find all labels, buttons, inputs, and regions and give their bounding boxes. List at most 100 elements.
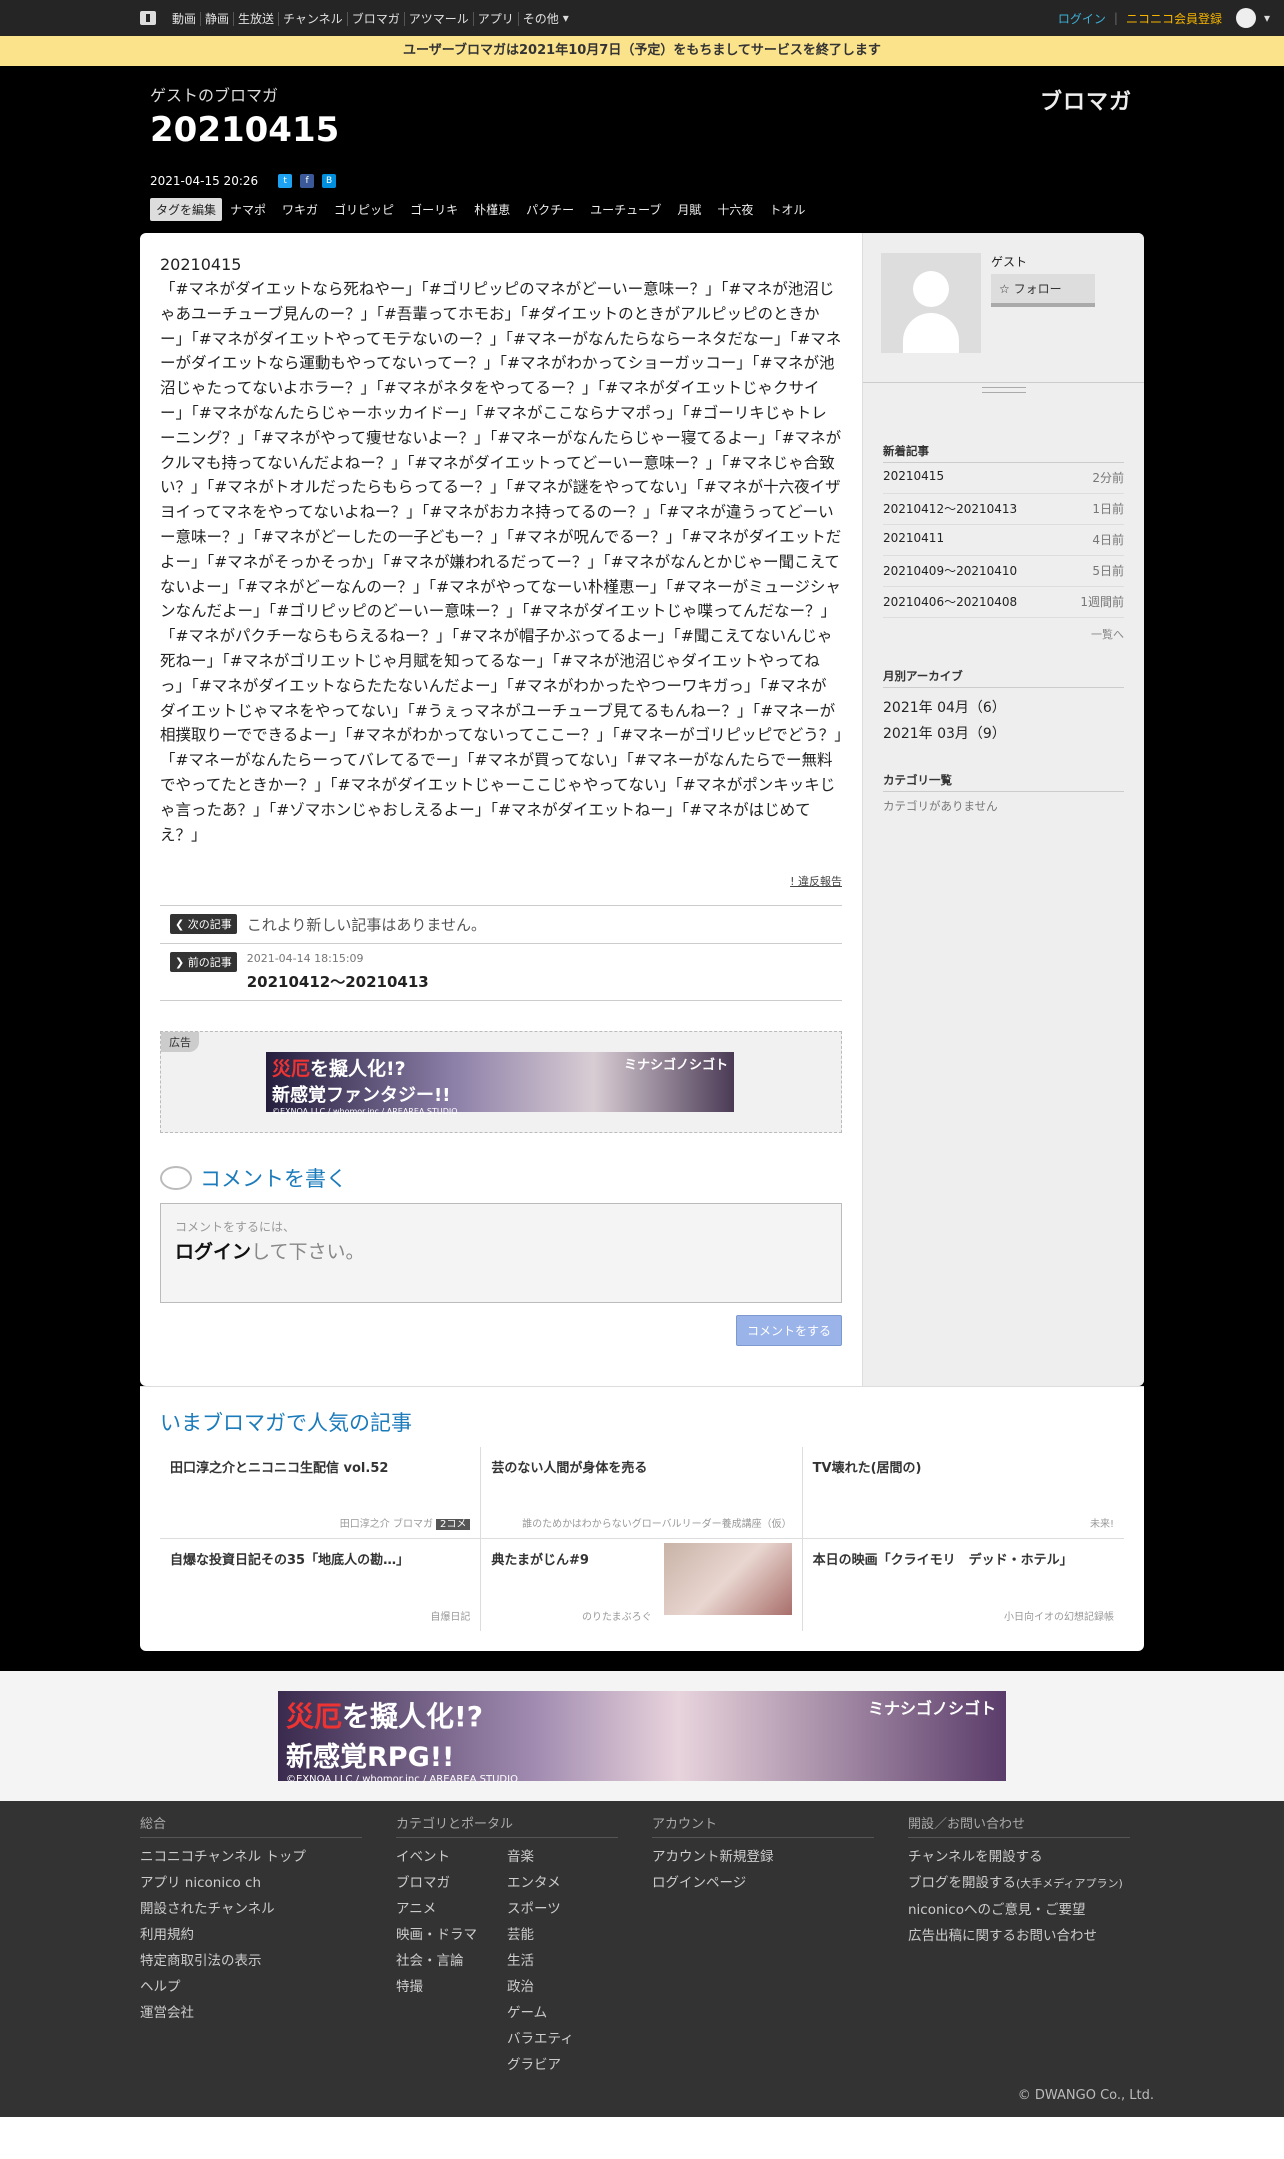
footer-link[interactable]: アカウント新規登録 — [652, 1844, 874, 1870]
list-item[interactable]: 20210411 4日前 — [883, 525, 1124, 556]
footer-link[interactable]: イベント — [396, 1844, 507, 1870]
nav-video[interactable]: 動画 — [168, 12, 200, 26]
follow-button[interactable]: ☆ フォロー — [991, 274, 1095, 307]
ad-label: 広告 — [161, 1032, 199, 1053]
footer-link[interactable]: niconicoへのご意見・ご要望 — [908, 1897, 1130, 1923]
profile-card: ゲスト ☆ フォロー — [863, 233, 1144, 383]
nav-seiga[interactable]: 静画 — [200, 11, 234, 26]
footer-link[interactable]: 生活 — [507, 1948, 618, 1974]
content-panel: 20210415 「#マネがダイエットなら死ねやー」「#ゴリピッピのマネがどーい… — [140, 233, 1144, 1387]
chevron-right-icon: ❯ — [175, 956, 188, 970]
blog-owner-name[interactable]: ゲストのブロマガ — [150, 82, 1134, 106]
speech-bubble-icon — [160, 1166, 192, 1191]
popular-heading: いまブロマガで人気の記事 — [160, 1411, 412, 1436]
user-avatar-icon[interactable] — [1235, 8, 1256, 28]
comment-login-link[interactable]: ログイン — [175, 1241, 251, 1263]
footer-link[interactable]: アニメ — [396, 1896, 507, 1922]
nav-live[interactable]: 生放送 — [233, 11, 279, 26]
footer-link[interactable]: 利用規約 — [140, 1922, 362, 1948]
popular-card[interactable]: TV壊れた(居間の) 未来! — [802, 1447, 1124, 1540]
tag-link[interactable]: ユーチューブ — [590, 201, 661, 218]
list-item[interactable]: 20210415 2分前 — [883, 463, 1124, 494]
facebook-share-icon[interactable]: f — [300, 174, 315, 188]
register-link[interactable]: ニコニコ会員登録 — [1126, 10, 1222, 27]
popular-card[interactable]: 自爆な投資日記その35「地底人の勘…」 自爆日記 — [160, 1539, 482, 1632]
footer-link[interactable]: 運営会社 — [140, 2000, 362, 2026]
footer-link[interactable]: チャンネルを開設する — [908, 1844, 1130, 1870]
prev-article-row[interactable]: ❯ 前の記事 2021-04-14 18:15:09 20210412～2021… — [160, 944, 842, 1002]
tag-link[interactable]: 月賦 — [677, 201, 701, 218]
niconico-logo-icon[interactable] — [140, 11, 156, 25]
twitter-share-icon[interactable]: t — [278, 174, 293, 188]
more-link[interactable]: 一覧へ — [883, 626, 1124, 642]
footer-link[interactable]: 映画・ドラマ — [396, 1922, 507, 1948]
footer-link[interactable]: 政治 — [507, 1974, 618, 2000]
footer-link[interactable]: 音楽 — [507, 1844, 618, 1870]
nav-more[interactable]: その他 — [517, 11, 563, 26]
footer-link[interactable]: 芸能 — [507, 1922, 618, 1948]
archive-heading: 月別アーカイブ — [883, 668, 1124, 688]
page-background: ゲストのブロマガ 20210415 ブロマガ 2021-04-15 20:26 … — [0, 66, 1284, 1672]
footer-link[interactable]: 特定商取引法の表示 — [140, 1948, 362, 1974]
prev-article-title[interactable]: 20210412～20210413 — [247, 971, 429, 992]
footer-link[interactable]: ブログを開設する(大手メディアプラン) — [908, 1870, 1130, 1897]
footer-link[interactable]: 広告出稿に関するお問い合わせ — [908, 1923, 1130, 1949]
footer-link[interactable]: ログインページ — [652, 1870, 874, 1896]
footer-link[interactable]: エンタメ — [507, 1870, 618, 1896]
ad-banner[interactable]: 災厄を擬人化!? 新感覚ファンタジー!! ミナシゴノシゴト ©EXNOA LLC… — [266, 1052, 734, 1116]
article-pager: ❮ 次の記事 これより新しい記事はありません。 ❯ 前の記事 2021-04-1… — [160, 905, 842, 1002]
footer-link[interactable]: 開設されたチャンネル — [140, 1896, 362, 1922]
list-item[interactable]: 20210412～20210413 1日前 — [883, 494, 1124, 525]
report-link[interactable]: ! 違反報告 — [160, 873, 842, 889]
footer-link[interactable]: ニコニコチャンネル トップ — [140, 1844, 362, 1870]
popular-card[interactable]: 典たまがじん#9 のりたまぶろぐ — [481, 1539, 803, 1632]
list-item[interactable]: 20210409～20210410 5日前 — [883, 556, 1124, 587]
tag-link[interactable]: ゴリピッピ — [334, 201, 394, 218]
article-date: 2021-04-15 20:26 — [150, 174, 259, 188]
footer-link[interactable]: 社会・言論 — [396, 1948, 507, 1974]
ad-line2: 新感覚ファンタジー!! — [272, 1085, 451, 1107]
blomaga-logo[interactable]: ブロマガ — [1040, 84, 1132, 116]
tag-link[interactable]: ゴーリキ — [410, 201, 458, 218]
footer-col-categories: カテゴリとポータル イベント ブロマガ アニメ 映画・ドラマ 社会・言論 特撮 … — [396, 1813, 618, 2078]
article-body: 「#マネがダイエットなら死ねやー」「#ゴリピッピのマネがどーいー意味ー？」「#マ… — [160, 280, 842, 844]
hatena-bookmark-icon[interactable]: B — [322, 174, 337, 188]
expand-handle[interactable] — [863, 383, 1144, 443]
nav-blomaga[interactable]: ブロマガ — [346, 11, 404, 26]
bottom-ad-banner[interactable]: 災厄を擬人化!? 新感覚RPG!! ミナシゴノシゴト ©EXNOA LLC / … — [278, 1691, 1006, 1785]
page-title: 20210415 — [150, 110, 340, 150]
list-item[interactable]: 20210406～20210408 1週間前 — [883, 587, 1124, 618]
footer-link[interactable]: スポーツ — [507, 1896, 618, 1922]
footer-link[interactable]: バラエティ — [507, 2026, 618, 2052]
footer-col-general: 総合 ニコニコチャンネル トップ アプリ niconico ch 開設されたチャ… — [140, 1813, 362, 2078]
footer-link[interactable]: 特撮 — [396, 1974, 507, 2000]
footer-link[interactable]: ヘルプ — [140, 1974, 362, 2000]
popular-card[interactable]: 田口淳之介とニコニコ生配信 vol.52 田口淳之介 ブロマガ 2コメ — [160, 1447, 482, 1540]
tag-link[interactable]: 朴槿恵 — [474, 201, 510, 218]
submit-comment-button[interactable]: コメントをする — [735, 1315, 842, 1347]
tag-link[interactable]: パクチー — [526, 201, 574, 218]
login-link[interactable]: ログイン — [1058, 10, 1106, 27]
tag-link[interactable]: ナマポ — [230, 201, 266, 218]
comment-input[interactable]: コメントをするには、 ログインして下さい。 — [160, 1203, 842, 1304]
footer-link[interactable]: ブロマガ — [396, 1870, 507, 1896]
popular-card[interactable]: 芸のない人間が身体を売る 誰のためかはわからないグローバルリーダー養成講座（仮） — [481, 1447, 803, 1540]
article-body-title: 20210415 — [160, 255, 242, 274]
archive-link[interactable]: 2021年 04月（6） — [883, 694, 1124, 720]
tag-link[interactable]: ワキガ — [282, 201, 318, 218]
popular-card[interactable]: 本日の映画「クライモリ デッド・ホテル」 小日向イオの幻想記録帳 — [803, 1539, 1124, 1631]
chevron-down-icon[interactable]: ▾ — [1264, 11, 1270, 25]
nav-atsumaru[interactable]: アツマール — [403, 11, 473, 26]
nav-channel[interactable]: チャンネル — [278, 11, 347, 26]
nav-app[interactable]: アプリ — [472, 11, 518, 26]
footer-link[interactable]: ゲーム — [507, 2000, 618, 2026]
footer-link[interactable]: アプリ niconico ch — [140, 1870, 362, 1896]
tag-link[interactable]: 十六夜 — [717, 201, 753, 218]
tag-link[interactable]: トオル — [769, 201, 805, 218]
profile-name[interactable]: ゲスト — [991, 253, 1095, 270]
archive-link[interactable]: 2021年 03月（9） — [883, 720, 1124, 746]
edit-tags-button[interactable]: タグを編集 — [150, 198, 223, 221]
site-footer: 総合 ニコニコチャンネル トップ アプリ niconico ch 開設されたチャ… — [0, 1801, 1284, 2118]
avatar[interactable] — [881, 253, 981, 353]
footer-link[interactable]: グラビア — [507, 2052, 618, 2078]
